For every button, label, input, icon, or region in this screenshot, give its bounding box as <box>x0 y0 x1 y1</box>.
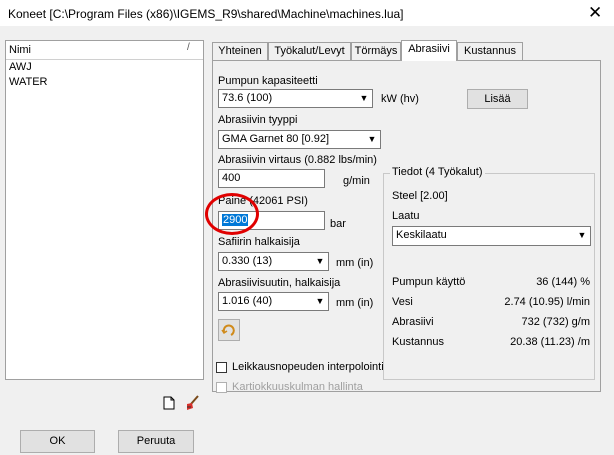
orifice-unit-label: mm (in) <box>336 257 374 269</box>
orifice-value: 0.330 (13) <box>222 255 273 267</box>
taper-control-label: Kartiokkuuskulman hallinta <box>232 381 363 393</box>
nozzle-value: 1.016 (40) <box>222 295 273 307</box>
chevron-down-icon[interactable]: ▼ <box>356 90 372 107</box>
nozzle-select[interactable]: 1.016 (40) ▼ <box>218 292 329 311</box>
info-row-value: 36 (144) % <box>536 276 590 288</box>
orifice-label: Safiirin halkaisija <box>218 236 300 248</box>
orifice-select[interactable]: 0.330 (13) ▼ <box>218 252 329 271</box>
info-group-title: Tiedot (4 Työkalut) <box>390 166 485 178</box>
tab-tyokalut[interactable]: Työkalut/Levyt <box>268 42 351 60</box>
refresh-icon <box>221 324 235 336</box>
list-header-name: Nimi <box>9 44 31 56</box>
info-row-label: Kustannus <box>392 336 444 348</box>
info-row-label: Vesi <box>392 296 413 308</box>
window-title: Koneet [C:\Program Files (x86)\IGEMS_R9\… <box>8 7 404 21</box>
ok-button[interactable]: OK <box>20 430 95 453</box>
highlight-circle <box>205 193 259 235</box>
nozzle-label: Abrasiivisuutin, halkaisija <box>218 277 341 289</box>
info-row-value: 732 (732) g/m <box>521 316 590 328</box>
quality-label: Laatu <box>392 210 420 222</box>
tab-tormays[interactable]: Törmäys <box>351 42 401 60</box>
new-document-icon[interactable] <box>163 396 175 410</box>
info-row-value: 20.38 (11.23) /m <box>510 336 590 348</box>
pump-unit-label: kW (hv) <box>381 93 419 105</box>
taper-control-checkbox <box>216 382 227 393</box>
info-row-value: 2.74 (10.95) l/min <box>504 296 590 308</box>
add-button[interactable]: Lisää <box>467 89 528 109</box>
list-item[interactable]: AWJ <box>7 60 202 75</box>
cancel-button[interactable]: Peruuta <box>118 430 194 453</box>
abrasive-type-label: Abrasiivin tyyppi <box>218 114 298 126</box>
pressure-unit-label: bar <box>330 218 346 230</box>
close-icon[interactable]: ✕ <box>588 3 602 23</box>
info-row-label: Abrasiivi <box>392 316 434 328</box>
abrasive-flow-input[interactable]: 400 <box>218 169 325 188</box>
flow-unit-label: g/min <box>343 175 370 187</box>
interpolation-label: Leikkausnopeuden interpolointi <box>232 361 384 373</box>
interpolation-checkbox[interactable] <box>216 362 227 373</box>
tab-yhteinen[interactable]: Yhteinen <box>212 42 268 60</box>
calculator-button[interactable] <box>218 319 240 341</box>
pump-capacity-label: Pumpun kapasiteetti <box>218 75 318 87</box>
list-item[interactable]: WATER <box>7 75 202 90</box>
tab-abrasiivi[interactable]: Abrasiivi <box>401 40 457 61</box>
chevron-down-icon[interactable]: ▼ <box>364 131 380 148</box>
list-header[interactable]: Nimi / <box>6 41 203 60</box>
nozzle-unit-label: mm (in) <box>336 297 374 309</box>
title-bar: Koneet [C:\Program Files (x86)\IGEMS_R9\… <box>0 0 614 26</box>
quality-select[interactable]: Keskilaatu ▼ <box>392 226 591 246</box>
abrasive-type-value: GMA Garnet 80 [0.92] <box>222 133 330 145</box>
chevron-down-icon[interactable]: ▼ <box>312 293 328 310</box>
machine-list[interactable]: Nimi / AWJ WATER <box>5 40 204 380</box>
tab-kustannus[interactable]: Kustannus <box>457 42 523 60</box>
clear-brush-icon[interactable] <box>184 394 202 412</box>
abrasive-flow-label: Abrasiivin virtaus (0.882 lbs/min) <box>218 154 377 166</box>
quality-value: Keskilaatu <box>396 229 447 241</box>
pump-capacity-value: 73.6 (100) <box>222 92 273 104</box>
chevron-down-icon[interactable]: ▼ <box>574 227 590 244</box>
column-resize-handle[interactable]: / <box>187 42 190 53</box>
material-text: Steel [2.00] <box>392 190 448 202</box>
abrasive-type-select[interactable]: GMA Garnet 80 [0.92] ▼ <box>218 130 381 149</box>
chevron-down-icon[interactable]: ▼ <box>312 253 328 270</box>
info-row-label: Pumpun käyttö <box>392 276 466 288</box>
pump-capacity-select[interactable]: 73.6 (100) ▼ <box>218 89 373 108</box>
